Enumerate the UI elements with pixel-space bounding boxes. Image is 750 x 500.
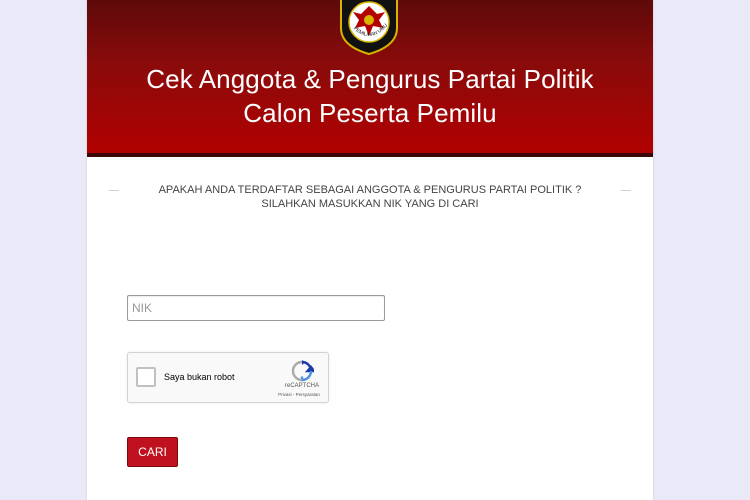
notice-rule-right	[621, 190, 631, 191]
recaptcha-links: Privasi - Persyaratan	[268, 392, 330, 397]
page-title-line2: Calon Peserta Pemilu	[243, 98, 497, 128]
cari-button[interactable]: CARI	[127, 437, 178, 467]
recaptcha-terms-link[interactable]: Persyaratan	[296, 392, 320, 397]
notice-line1: APAKAH ANDA TERDAFTAR SEBAGAI ANGGOTA & …	[158, 184, 582, 196]
page-title: Cek Anggota & Pengurus Partai Politik Ca…	[87, 62, 653, 130]
page-container: PEMILIHAN UMUM Cek Anggota & Pengurus Pa…	[87, 0, 653, 500]
nik-input[interactable]	[127, 295, 385, 321]
recaptcha-checkbox[interactable]	[136, 367, 156, 387]
header-banner: PEMILIHAN UMUM Cek Anggota & Pengurus Pa…	[87, 0, 653, 157]
page-title-line1: Cek Anggota & Pengurus Partai Politik	[146, 64, 594, 94]
kpu-garuda-logo-icon: PEMILIHAN UMUM	[337, 0, 398, 56]
recaptcha-logo-icon	[291, 360, 314, 382]
recaptcha-privacy-link[interactable]: Privasi	[278, 392, 292, 397]
recaptcha-label: Saya bukan robot	[164, 372, 235, 382]
notice-line2: SILAHKAN MASUKKAN NIK YANG DI CARI	[261, 198, 479, 210]
header-divider	[87, 153, 653, 157]
notice-text: APAKAH ANDA TERDAFTAR SEBAGAI ANGGOTA & …	[109, 183, 631, 211]
recaptcha-brand: reCAPTCHA	[284, 383, 319, 389]
notice-rule-left	[109, 190, 119, 191]
recaptcha-widget: Saya bukan robot reCAPTCHA Privasi - Per…	[127, 352, 329, 403]
